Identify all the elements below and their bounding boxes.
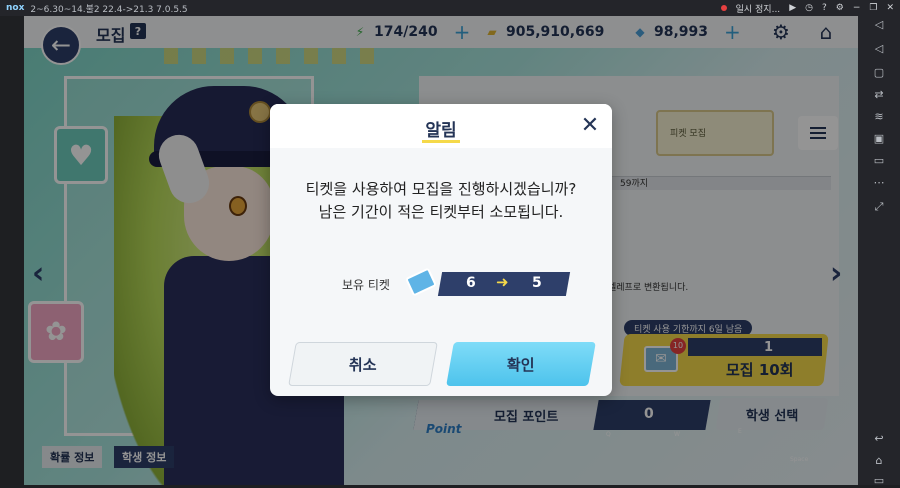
- close-window-icon[interactable]: ✕: [886, 3, 894, 13]
- cancel-button[interactable]: 취소: [288, 342, 438, 386]
- pause-label[interactable]: 일시 정지...: [736, 2, 781, 15]
- dialog-message-line2: 남은 기간이 적은 티켓부터 소모됩니다.: [318, 203, 564, 221]
- settings-icon[interactable]: ⚙: [836, 3, 844, 13]
- confirm-button[interactable]: 확인: [446, 342, 596, 386]
- record-indicator-icon: [720, 5, 727, 11]
- confirm-label: 확인: [507, 355, 535, 374]
- screenshot-icon[interactable]: ▢: [871, 66, 887, 80]
- rotate-icon[interactable]: ⇄: [871, 88, 887, 102]
- dialog-title: 알림: [425, 121, 457, 141]
- emulator-titlebar: nox 2~6.30~14.불2 22.4->21.3 7.0.5.5 일시 정…: [0, 0, 900, 16]
- help-circle-icon[interactable]: ?: [822, 3, 827, 13]
- dialog-message-line1: 티켓을 사용하여 모집을 진행하시겠습니까?: [305, 180, 577, 198]
- volume-down-icon[interactable]: ◁: [871, 42, 887, 56]
- close-icon[interactable]: ✕: [578, 114, 602, 138]
- fullscreen-icon[interactable]: ⤢: [871, 200, 887, 214]
- emulator-logo: nox: [6, 3, 25, 13]
- ticket-icon: [404, 267, 438, 297]
- ticket-count-after: 5: [532, 275, 542, 291]
- shake-icon[interactable]: ≋: [871, 110, 887, 124]
- more-icon[interactable]: ⋯: [871, 176, 887, 190]
- back-nav-icon[interactable]: ↩: [871, 432, 887, 446]
- minimize-icon[interactable]: −: [853, 3, 861, 13]
- ticket-label: 보유 티켓: [342, 278, 390, 292]
- recent-apps-icon[interactable]: ▭: [871, 474, 887, 488]
- confirm-dialog: 알림 ✕ 티켓을 사용하여 모집을 진행하시겠습니까? 남은 기간이 적은 티켓…: [270, 104, 612, 396]
- history-icon[interactable]: ◷: [805, 3, 813, 13]
- record-icon[interactable]: ▣: [871, 132, 887, 146]
- emulator-sidebar: ◁ ◁ ▢ ⇄ ≋ ▣ ▭ ⋯ ⤢ ↩ ⌂ ▭: [858, 16, 900, 488]
- emulator-version-text: 2~6.30~14.불2 22.4->21.3 7.0.5.5: [30, 4, 188, 15]
- restore-icon[interactable]: ❐: [869, 3, 877, 13]
- ticket-count-before: 6: [466, 275, 476, 291]
- volume-up-icon[interactable]: ◁: [871, 18, 887, 32]
- home-nav-icon[interactable]: ⌂: [871, 454, 887, 468]
- arrow-right-icon: ➜: [496, 273, 509, 291]
- chat-icon[interactable]: ▭: [871, 154, 887, 168]
- dialog-title-underline: [422, 140, 460, 143]
- game-viewport: 59까지 엘레프로 변환됩니다. 피켓 모집 ♥ ✿ ← 모집 ? ⚡ 174/…: [24, 16, 858, 485]
- emulator-window-controls: 일시 정지... ▶ ◷ ? ⚙ − ❐ ✕: [720, 0, 894, 16]
- dialog-message: 티켓을 사용하여 모집을 진행하시겠습니까? 남은 기간이 적은 티켓부터 소모…: [270, 178, 612, 224]
- play-icon[interactable]: ▶: [789, 3, 796, 13]
- cancel-label: 취소: [349, 355, 377, 374]
